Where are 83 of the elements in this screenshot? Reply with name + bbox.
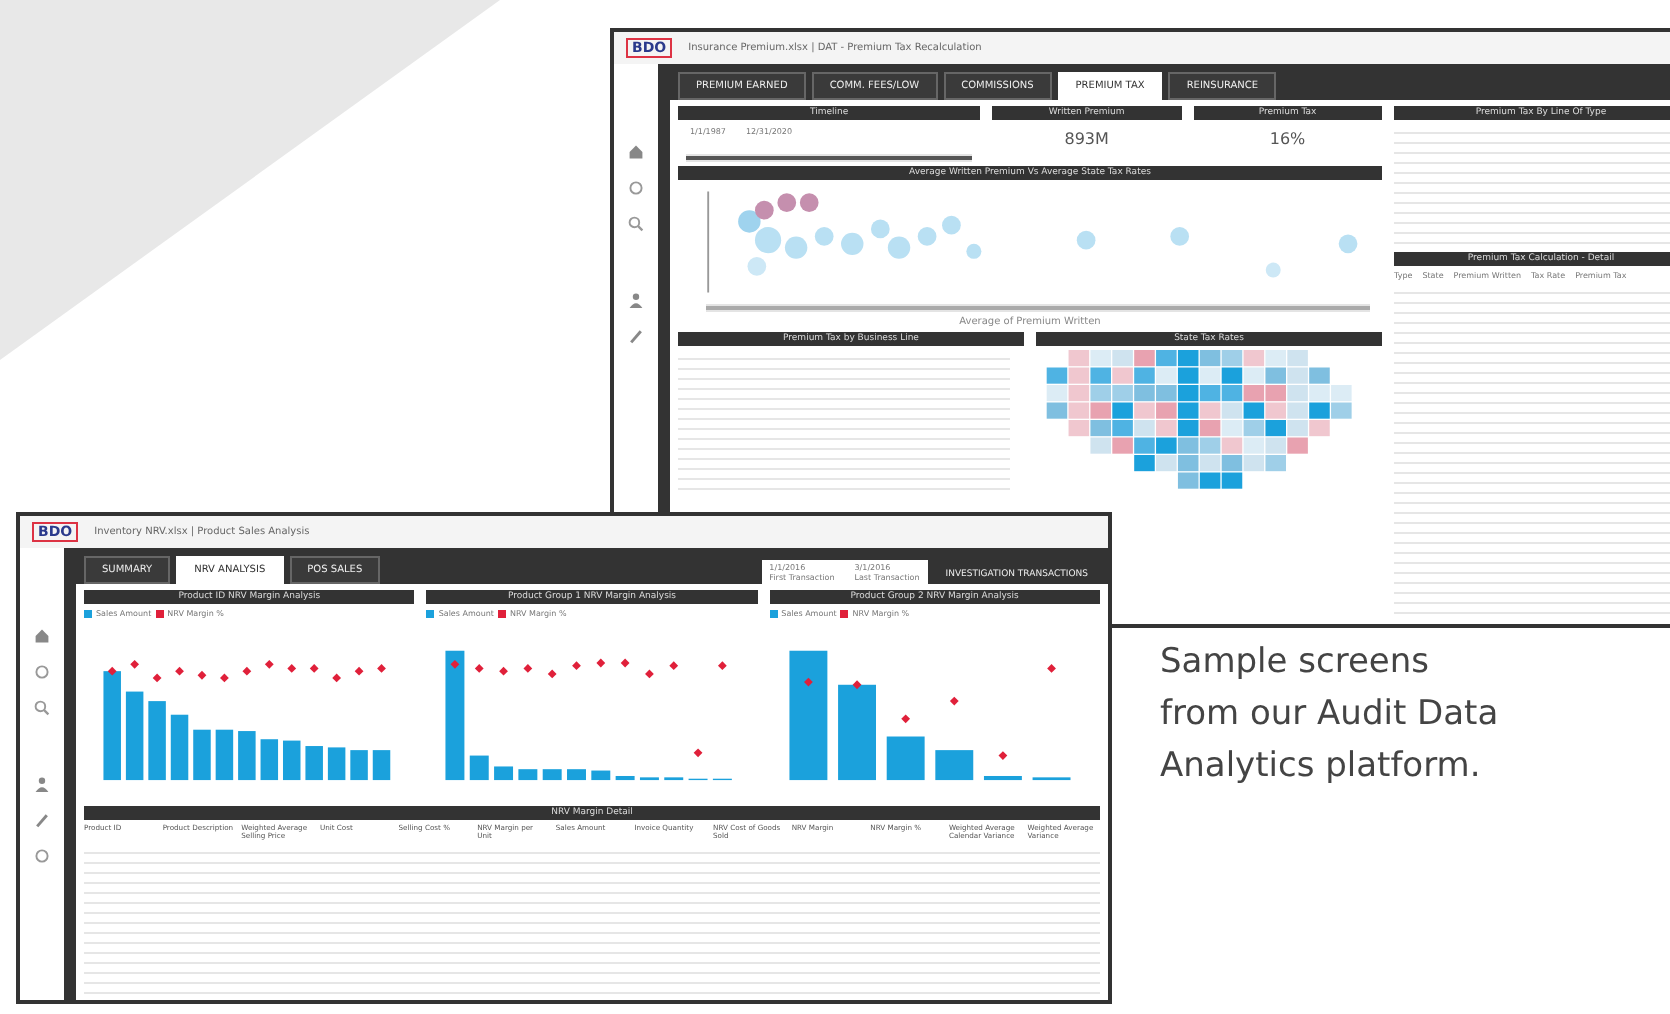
- data-point: [1046, 664, 1056, 673]
- data-point: [475, 664, 485, 673]
- data-point: [949, 696, 958, 706]
- search-icon[interactable]: [628, 216, 644, 232]
- data-point: [107, 666, 117, 676]
- bar: [238, 731, 256, 781]
- bar: [837, 684, 876, 781]
- bar: [283, 740, 301, 781]
- data-point: [354, 666, 364, 676]
- bar: [616, 776, 636, 781]
- bar: [215, 729, 234, 781]
- data-point: [670, 661, 679, 671]
- bar: [470, 755, 490, 781]
- bubble: [887, 236, 911, 259]
- bubble: [1265, 262, 1281, 278]
- data-point: [309, 664, 319, 673]
- bar: [305, 746, 323, 781]
- bar: [260, 739, 279, 781]
- house-icon[interactable]: [628, 144, 644, 160]
- bubble: [1170, 227, 1190, 246]
- data-point: [900, 714, 910, 724]
- bar: [934, 750, 973, 781]
- bar: [494, 766, 514, 781]
- bar: [148, 701, 166, 781]
- bubble: [747, 256, 767, 276]
- bar: [592, 770, 611, 781]
- data-point: [597, 658, 606, 668]
- bar: [788, 650, 827, 781]
- data-point: [694, 748, 704, 758]
- bubble: [784, 236, 808, 259]
- circle-icon[interactable]: [628, 180, 644, 196]
- data-point: [175, 666, 184, 676]
- data-point: [264, 659, 274, 669]
- data-point: [152, 673, 162, 683]
- bar: [567, 769, 587, 781]
- pen-icon[interactable]: [628, 328, 644, 344]
- bar: [170, 714, 189, 781]
- bar: [327, 747, 346, 781]
- bar: [103, 671, 121, 781]
- bar: [886, 736, 924, 781]
- bubble: [738, 210, 761, 233]
- data-point: [548, 669, 558, 679]
- bubble: [754, 227, 782, 254]
- data-point: [332, 673, 342, 683]
- circle-icon[interactable]: [34, 848, 50, 864]
- bar: [193, 729, 211, 781]
- kpi-value: 893M: [1062, 128, 1111, 148]
- bar: [372, 750, 391, 781]
- search-icon[interactable]: [34, 700, 50, 716]
- data-point: [451, 659, 460, 669]
- bubble: [1076, 230, 1096, 250]
- data-point: [220, 673, 229, 683]
- data-point: [851, 680, 861, 690]
- person-icon[interactable]: [34, 776, 50, 792]
- person-icon[interactable]: [628, 292, 644, 308]
- data-point: [645, 669, 655, 679]
- pen-icon[interactable]: [34, 812, 50, 828]
- data-point: [242, 666, 252, 676]
- data-point: [997, 751, 1007, 760]
- caption-text: Sample screens from our Audit Data Analytics platform.: [1160, 640, 1501, 790]
- bar: [350, 750, 368, 781]
- bar: [983, 776, 1022, 781]
- data-point: [130, 659, 140, 669]
- bar: [125, 691, 144, 781]
- data-point: [499, 666, 509, 676]
- bubble: [1338, 234, 1358, 254]
- bubble: [870, 219, 890, 239]
- bar: [446, 650, 466, 781]
- data-point: [524, 664, 533, 673]
- data-point: [287, 664, 297, 673]
- data-point: [572, 661, 582, 671]
- bubble: [841, 232, 864, 256]
- bar: [543, 769, 563, 781]
- kpi-value: 16%: [1267, 128, 1308, 148]
- data-point: [621, 658, 631, 668]
- axis-line: [707, 190, 710, 294]
- data-point: [718, 661, 728, 671]
- house-icon[interactable]: [34, 628, 50, 644]
- data-point: [197, 670, 207, 680]
- data-point: [377, 664, 386, 673]
- circle-icon[interactable]: [34, 664, 50, 680]
- bar: [519, 769, 538, 781]
- data-point: [803, 677, 813, 687]
